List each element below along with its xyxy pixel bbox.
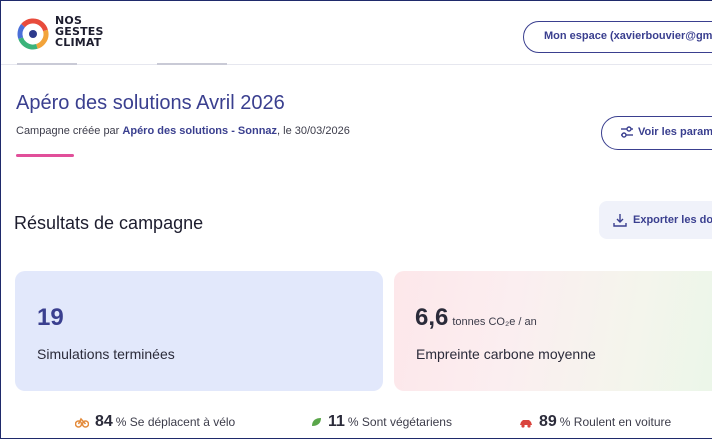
footprint-label: Empreinte carbone moyenne (416, 346, 596, 362)
stat-car: 89% Roulent en voiture (519, 413, 671, 431)
stat-bike-value: 84 (95, 413, 113, 430)
logo-text: NOS GESTES CLIMAT (55, 15, 104, 48)
view-params-button[interactable]: Voir les param (601, 116, 712, 150)
stat-vegetarian: 11% Sont végétariens (310, 413, 452, 431)
stat-car-value: 89 (539, 413, 557, 430)
simulations-card: 19 Simulations terminées (15, 271, 383, 391)
footprint-value: 6,6 (415, 304, 449, 331)
campaign-creator: Apéro des solutions - Sonnaz (122, 125, 278, 137)
top-header: NOS GESTES CLIMAT Mon espace (xavierbouv… (1, 1, 712, 65)
campaign-subtitle: Campagne créée par Apéro des solutions -… (16, 125, 350, 137)
logo-line-3: CLIMAT (55, 36, 102, 49)
footprint-card: 6,6 tonnes CO₂e / an Empreinte carbone mo… (394, 271, 712, 391)
stat-car-text: % Roulent en voiture (559, 415, 672, 429)
simulations-count: 19 (37, 304, 64, 331)
footprint-unit: tonnes CO₂e / an (452, 316, 537, 328)
stat-bike-text: % Se déplacent à vélo (115, 415, 236, 429)
bike-icon (74, 417, 90, 428)
stat-vegetarian-text: % Sont végétariens (347, 415, 452, 429)
view-params-label: Voir les param (638, 126, 712, 138)
title-underline (16, 154, 74, 157)
results-heading: Résultats de campagne (14, 213, 204, 233)
car-icon (520, 420, 532, 428)
scrolled-nav-remnant (17, 63, 357, 67)
account-button[interactable]: Mon espace (xavierbouvier@gmail... (523, 21, 712, 53)
download-icon (613, 214, 627, 227)
leaf-icon (312, 418, 321, 426)
subtitle-date: , le 30/03/2026 (277, 125, 350, 137)
stat-vegetarian-value: 11 (328, 413, 345, 430)
settings-sliders-icon (621, 126, 633, 138)
stats-row: 84% Se déplacent à vélo 11% Sont végétar… (1, 413, 712, 437)
export-label: Exporter les do (633, 214, 712, 226)
stat-bike: 84% Se déplacent à vélo (74, 413, 236, 431)
simulations-label: Simulations terminées (37, 346, 175, 362)
footprint-value-row: 6,6 tonnes CO₂e / an (415, 304, 537, 332)
subtitle-prefix: Campagne créée par (16, 125, 123, 137)
nos-gestes-climat-logo-icon[interactable] (17, 18, 49, 50)
export-button[interactable]: Exporter les do (599, 201, 712, 239)
campaign-title: Apéro des solutions Avril 2026 (16, 92, 285, 114)
page-frame: NOS GESTES CLIMAT Mon espace (xavierbouv… (0, 0, 712, 439)
